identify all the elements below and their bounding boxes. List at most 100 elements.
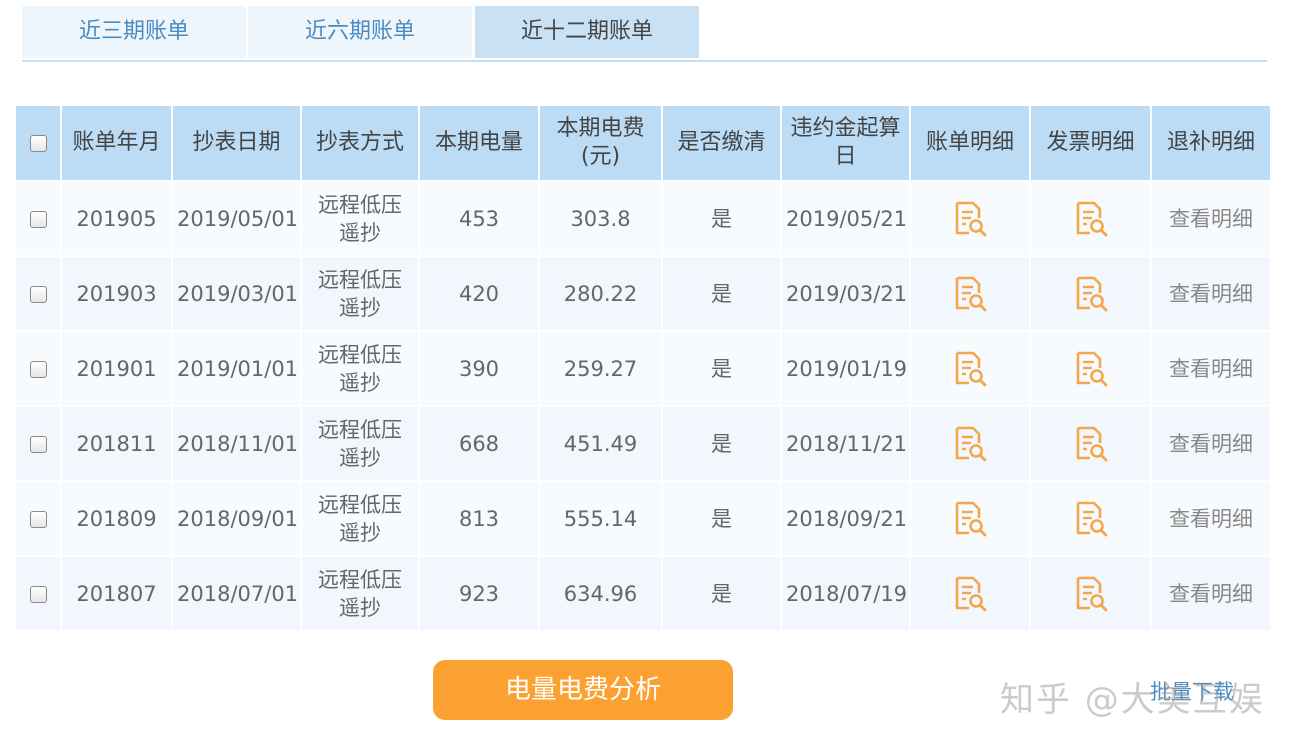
cell-invoice-detail: [1030, 330, 1152, 406]
cell-read-method: 远程低压 遥抄: [301, 330, 420, 406]
table-row: 201811 2018/11/01 远程低压 遥抄 668 451.49 是 2018/11/…: [16, 405, 1272, 481]
invoice-detail-icon[interactable]: [1072, 275, 1110, 313]
cell-bill-month: 201901: [61, 330, 173, 406]
refund-detail-link[interactable]: 查看明细: [1169, 582, 1253, 606]
header-invoice-detail: 发票明细: [1030, 106, 1152, 181]
refund-detail-link[interactable]: 查看明细: [1169, 507, 1253, 531]
table-row: 201905 2019/05/01 远程低压 遥抄 453 303.8 是 2019/05/2…: [16, 180, 1272, 256]
row-checkbox[interactable]: [29, 361, 47, 378]
cell-refund-detail: 查看明细: [1151, 480, 1272, 556]
cell-refund-detail: 查看明细: [1151, 330, 1272, 406]
cell-paid: 是: [662, 405, 782, 481]
tab-last-3-bills[interactable]: 近三期账单: [22, 6, 246, 58]
cell-invoice-detail: [1030, 405, 1152, 481]
row-checkbox[interactable]: [29, 586, 47, 603]
cell-penalty-date: 2019/01/19: [781, 330, 911, 406]
row-checkbox[interactable]: [29, 436, 47, 453]
bill-detail-icon[interactable]: [951, 425, 989, 463]
cell-penalty-date: 2019/05/21: [781, 180, 911, 256]
bill-period-tabs: 近三期账单 近六期账单 近十二期账单: [22, 6, 1267, 62]
header-read-date: 抄表日期: [172, 106, 302, 181]
cell-penalty-date: 2018/07/19: [781, 555, 911, 630]
bill-detail-icon[interactable]: [951, 200, 989, 238]
bill-detail-icon[interactable]: [951, 500, 989, 538]
bill-detail-icon[interactable]: [951, 350, 989, 388]
cell-bill-detail: [910, 330, 1031, 406]
read-method-line2: 遥抄: [339, 520, 381, 545]
bill-table: 账单年月 抄表日期 抄表方式 本期电量 本期电费 (元) 是否缴清 违约金起算日 …: [16, 106, 1272, 630]
header-refund-detail: 退补明细: [1151, 106, 1272, 181]
cell-paid: 是: [662, 255, 782, 331]
row-select-cell: [16, 180, 62, 256]
read-method-line2: 遥抄: [339, 220, 381, 245]
table-row: 201903 2019/03/01 远程低压 遥抄 420 280.22 是 2019/03/…: [16, 255, 1272, 331]
cell-paid: 是: [662, 480, 782, 556]
refund-detail-link[interactable]: 查看明细: [1169, 207, 1253, 231]
header-paid: 是否缴清: [662, 106, 782, 181]
refund-detail-link[interactable]: 查看明细: [1169, 282, 1253, 306]
cell-read-date: 2019/05/01: [172, 180, 302, 256]
invoice-detail-icon[interactable]: [1072, 200, 1110, 238]
row-checkbox[interactable]: [29, 286, 47, 303]
invoice-detail-icon[interactable]: [1072, 500, 1110, 538]
cell-penalty-date: 2018/09/21: [781, 480, 911, 556]
bill-detail-icon[interactable]: [951, 575, 989, 613]
header-fee: 本期电费 (元): [539, 106, 663, 181]
row-select-cell: [16, 405, 62, 481]
cell-read-date: 2018/11/01: [172, 405, 302, 481]
header-read-method: 抄表方式: [301, 106, 420, 181]
read-method-line1: 远程低压: [318, 492, 402, 517]
read-method-line1: 远程低压: [318, 192, 402, 217]
read-method-line1: 远程低压: [318, 417, 402, 442]
cell-invoice-detail: [1030, 255, 1152, 331]
cell-bill-detail: [910, 180, 1031, 256]
cell-bill-detail: [910, 555, 1031, 630]
row-checkbox[interactable]: [29, 511, 47, 528]
cell-refund-detail: 查看明细: [1151, 255, 1272, 331]
cell-read-date: 2018/07/01: [172, 555, 302, 630]
cell-fee: 259.27: [539, 330, 663, 406]
batch-download-link[interactable]: 批量下载: [1150, 676, 1234, 706]
cell-usage: 813: [419, 480, 540, 556]
row-select-cell: [16, 555, 62, 630]
read-method-line1: 远程低压: [318, 342, 402, 367]
row-checkbox[interactable]: [29, 211, 47, 228]
cell-usage: 390: [419, 330, 540, 406]
header-penalty-line1: 违约金起算: [790, 116, 901, 141]
select-all-checkbox[interactable]: [29, 134, 47, 152]
row-select-cell: [16, 255, 62, 331]
cell-bill-detail: [910, 255, 1031, 331]
cell-bill-month: 201905: [61, 180, 173, 256]
bill-detail-icon[interactable]: [951, 275, 989, 313]
header-fee-line2: (元): [580, 144, 621, 169]
row-select-cell: [16, 480, 62, 556]
usage-fee-analysis-button[interactable]: 电量电费分析: [433, 660, 733, 720]
invoice-detail-icon[interactable]: [1072, 425, 1110, 463]
invoice-detail-icon[interactable]: [1072, 350, 1110, 388]
read-method-line2: 遥抄: [339, 445, 381, 470]
tab-last-6-bills[interactable]: 近六期账单: [248, 6, 472, 58]
cell-fee: 280.22: [539, 255, 663, 331]
cell-penalty-date: 2019/03/21: [781, 255, 911, 331]
read-method-line1: 远程低压: [318, 267, 402, 292]
header-usage: 本期电量: [419, 106, 540, 181]
cell-read-method: 远程低压 遥抄: [301, 555, 420, 630]
tab-last-12-bills[interactable]: 近十二期账单: [475, 6, 699, 58]
cell-usage: 923: [419, 555, 540, 630]
cell-bill-month: 201809: [61, 480, 173, 556]
refund-detail-link[interactable]: 查看明细: [1169, 432, 1253, 456]
cell-fee: 303.8: [539, 180, 663, 256]
invoice-detail-icon[interactable]: [1072, 575, 1110, 613]
cell-penalty-date: 2018/11/21: [781, 405, 911, 481]
cell-bill-detail: [910, 480, 1031, 556]
cell-fee: 555.14: [539, 480, 663, 556]
cell-read-method: 远程低压 遥抄: [301, 180, 420, 256]
cell-usage: 453: [419, 180, 540, 256]
cell-invoice-detail: [1030, 555, 1152, 630]
header-bill-detail: 账单明细: [910, 106, 1031, 181]
refund-detail-link[interactable]: 查看明细: [1169, 357, 1253, 381]
read-method-line2: 遥抄: [339, 370, 381, 395]
table-header-row: 账单年月 抄表日期 抄表方式 本期电量 本期电费 (元) 是否缴清 违约金起算日 …: [16, 106, 1272, 181]
cell-paid: 是: [662, 555, 782, 630]
table-row: 201901 2019/01/01 远程低压 遥抄 390 259.27 是 2019/01/…: [16, 330, 1272, 406]
